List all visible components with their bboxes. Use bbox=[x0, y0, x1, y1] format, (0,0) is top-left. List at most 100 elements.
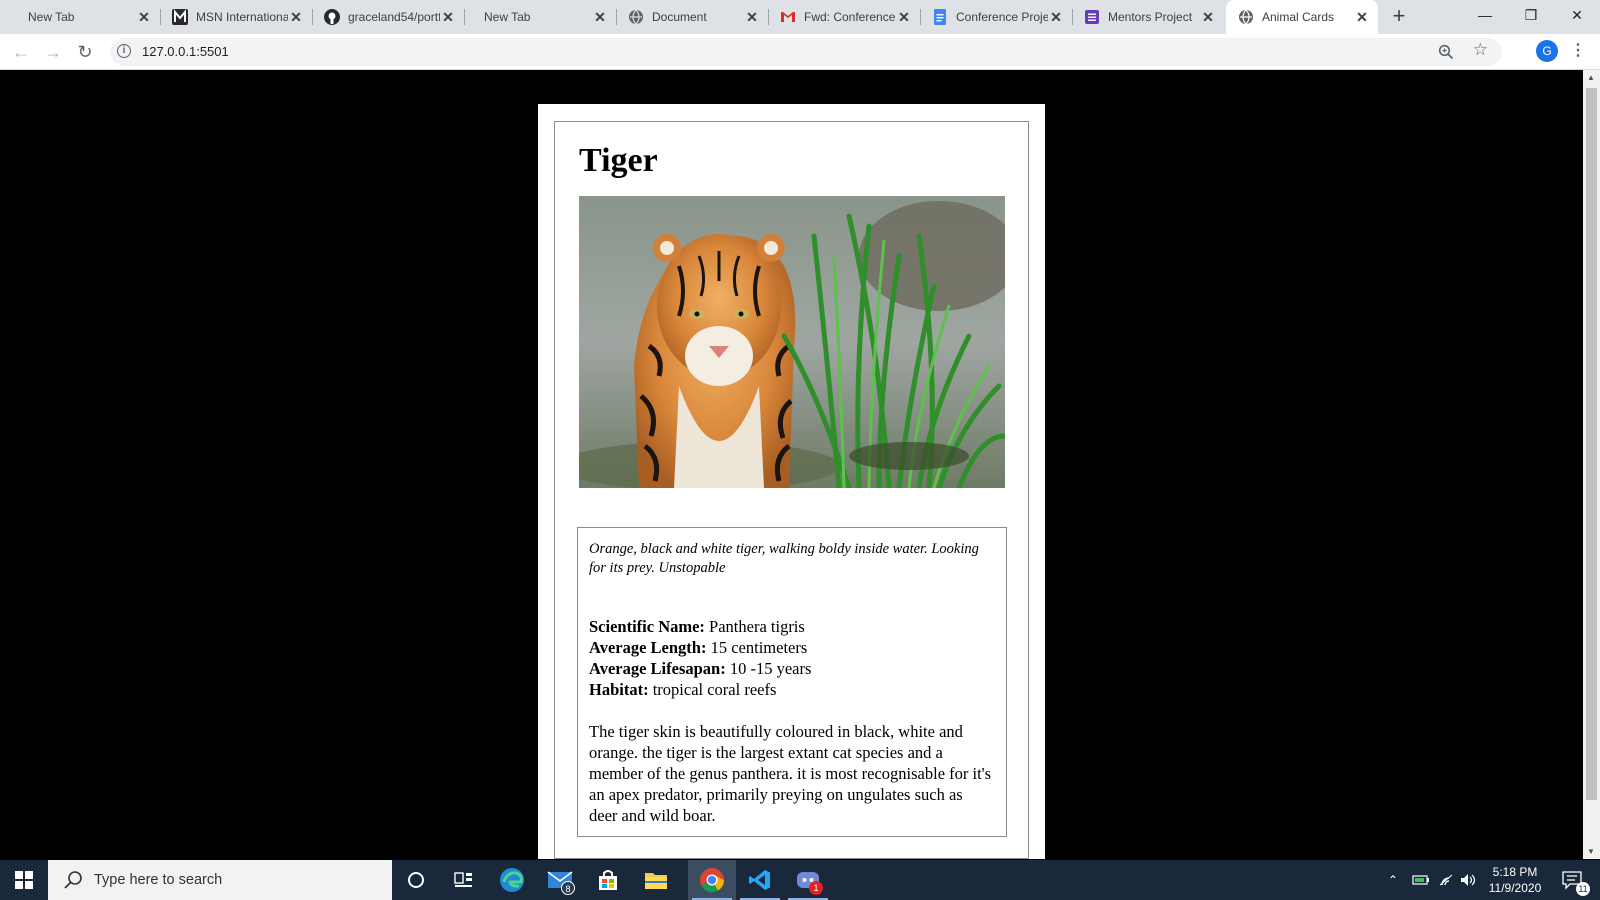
fact-label: Average Length: bbox=[589, 638, 707, 657]
volume-icon[interactable] bbox=[1460, 860, 1478, 900]
tab-title: New Tab bbox=[28, 10, 75, 24]
tab-title: Document bbox=[652, 10, 707, 24]
image-caption: Orange, black and white tiger, walking b… bbox=[589, 541, 979, 576]
fact-average-lifespan: Average Lifesapan: 10 -15 years bbox=[589, 658, 995, 679]
profile-avatar[interactable]: G bbox=[1536, 40, 1558, 62]
close-icon[interactable]: ✕ bbox=[1200, 9, 1216, 25]
fact-label: Habitat: bbox=[589, 680, 649, 699]
tab-msn[interactable]: MSN International ✕ bbox=[160, 0, 312, 34]
bookmark-star-icon[interactable]: ☆ bbox=[1473, 40, 1488, 60]
close-icon[interactable]: ✕ bbox=[136, 9, 152, 25]
vscode-icon[interactable] bbox=[736, 860, 784, 900]
page-scrollbar[interactable]: ▲ ▼ bbox=[1583, 70, 1600, 859]
reload-icon[interactable]: ↻ bbox=[73, 40, 97, 64]
tray-chevron-icon[interactable]: ⌃ bbox=[1388, 860, 1398, 900]
battery-icon[interactable] bbox=[1412, 860, 1430, 900]
search-placeholder: Type here to search bbox=[94, 872, 223, 888]
clock-time: 5:18 PM bbox=[1492, 865, 1538, 879]
tab-new-tab-1[interactable]: New Tab ✕ bbox=[8, 0, 160, 34]
animal-card: Tiger Orange, black and white tiger, wal… bbox=[538, 104, 1045, 859]
forms-icon bbox=[1084, 9, 1100, 25]
discord-badge: 1 bbox=[809, 881, 823, 895]
scrollbar-thumb[interactable] bbox=[1586, 88, 1597, 800]
msn-icon bbox=[172, 9, 188, 25]
tab-mentors-project[interactable]: Mentors Project ✕ bbox=[1072, 0, 1224, 34]
restore-button[interactable]: ❐ bbox=[1508, 0, 1554, 30]
animal-info-box: Orange, black and white tiger, walking b… bbox=[577, 527, 1007, 837]
notification-count: 11 bbox=[1576, 882, 1590, 896]
tab-conference-project[interactable]: Conference Project ✕ bbox=[920, 0, 1072, 34]
fact-value: tropical coral reefs bbox=[648, 680, 777, 699]
chrome-icon[interactable] bbox=[688, 860, 736, 900]
close-icon[interactable]: ✕ bbox=[1354, 9, 1370, 25]
facts-list: Scientific Name: Panthera tigris Average… bbox=[589, 616, 995, 700]
discord-icon[interactable]: 1 bbox=[784, 860, 832, 900]
file-explorer-icon[interactable] bbox=[632, 860, 680, 900]
fact-label: Average Lifesapan: bbox=[589, 659, 726, 678]
tab-title: Fwd: Conference bbox=[804, 10, 896, 24]
docs-icon bbox=[932, 9, 948, 25]
edge-browser-icon[interactable] bbox=[488, 860, 536, 900]
tab-title: MSN International bbox=[196, 10, 288, 24]
close-icon[interactable]: ✕ bbox=[592, 9, 608, 25]
gmail-icon bbox=[780, 9, 796, 25]
scroll-down-arrow-icon[interactable]: ▼ bbox=[1587, 847, 1595, 856]
fact-label: Scientific Name: bbox=[589, 617, 705, 636]
forward-arrow-icon[interactable]: → bbox=[41, 40, 65, 64]
fact-value: Panthera tigris bbox=[704, 617, 805, 636]
fact-value: 10 -15 years bbox=[725, 659, 812, 678]
tab-title: graceland54/portfolio bbox=[348, 10, 440, 24]
tab-strip: New Tab ✕ MSN International ✕ graceland5… bbox=[0, 0, 1600, 34]
address-bar[interactable]: i 127.0.0.1:5501 ☆ bbox=[110, 38, 1502, 66]
tiger-photo bbox=[579, 196, 1005, 488]
tab-new-tab-2[interactable]: New Tab ✕ bbox=[464, 0, 616, 34]
tab-document[interactable]: Document ✕ bbox=[616, 0, 768, 34]
url-text[interactable]: 127.0.0.1:5501 bbox=[142, 44, 229, 59]
zoom-icon[interactable] bbox=[1438, 41, 1454, 64]
close-icon[interactable]: ✕ bbox=[1048, 9, 1064, 25]
fact-value: 15 centimeters bbox=[706, 638, 808, 657]
animal-name: Tiger bbox=[579, 142, 658, 179]
tab-animal-cards[interactable]: Animal Cards ✕ bbox=[1226, 0, 1378, 34]
menu-kebab-icon[interactable]: ⋮ bbox=[1570, 40, 1586, 62]
github-icon bbox=[324, 9, 340, 25]
back-arrow-icon[interactable]: ← bbox=[9, 40, 33, 64]
windows-taskbar: Type here to search 8 1 ⌃ 5:18 PM 11/9/2… bbox=[0, 860, 1600, 900]
close-icon[interactable]: ✕ bbox=[744, 9, 760, 25]
windows-start-icon[interactable] bbox=[0, 860, 48, 900]
store-icon[interactable] bbox=[584, 860, 632, 900]
fact-scientific-name: Scientific Name: Panthera tigris bbox=[589, 616, 995, 637]
taskbar-search[interactable]: Type here to search bbox=[48, 860, 392, 900]
mail-icon[interactable]: 8 bbox=[536, 860, 584, 900]
tab-title: Mentors Project bbox=[1108, 10, 1193, 24]
globe-icon bbox=[628, 9, 644, 25]
site-info-icon[interactable]: i bbox=[117, 44, 131, 58]
globe-icon bbox=[1238, 9, 1254, 25]
fact-average-length: Average Length: 15 centimeters bbox=[589, 637, 995, 658]
animal-description: The tiger skin is beautifully coloured i… bbox=[589, 722, 992, 825]
tab-title: New Tab bbox=[484, 10, 531, 24]
notification-center-icon[interactable]: 11 bbox=[1552, 860, 1592, 900]
scroll-up-arrow-icon[interactable]: ▲ bbox=[1587, 73, 1595, 82]
system-clock[interactable]: 5:18 PM 11/9/2020 bbox=[1480, 864, 1550, 896]
close-icon[interactable]: ✕ bbox=[440, 9, 456, 25]
close-icon[interactable]: ✕ bbox=[288, 9, 304, 25]
animal-card-frame: Tiger Orange, black and white tiger, wal… bbox=[554, 121, 1029, 859]
browser-toolbar: ← → ↻ i 127.0.0.1:5501 ☆ G ⋮ bbox=[0, 34, 1600, 70]
cortana-icon[interactable] bbox=[392, 860, 440, 900]
minimize-button[interactable]: — bbox=[1462, 0, 1508, 30]
mail-badge: 8 bbox=[561, 881, 575, 895]
tab-title: Conference Project bbox=[956, 10, 1048, 24]
task-view-icon[interactable] bbox=[440, 860, 488, 900]
search-icon bbox=[62, 869, 84, 891]
tab-gmail[interactable]: Fwd: Conference ✕ bbox=[768, 0, 920, 34]
new-tab-button[interactable]: + bbox=[1387, 5, 1411, 29]
clock-date: 11/9/2020 bbox=[1488, 881, 1542, 895]
tab-github[interactable]: graceland54/portfolio ✕ bbox=[312, 0, 464, 34]
wifi-icon[interactable] bbox=[1438, 860, 1454, 900]
window-close-button[interactable]: ✕ bbox=[1554, 0, 1600, 30]
close-icon[interactable]: ✕ bbox=[896, 9, 912, 25]
page-viewport: Tiger Orange, black and white tiger, wal… bbox=[0, 70, 1583, 859]
fact-habitat: Habitat: tropical coral reefs bbox=[589, 679, 995, 700]
tab-title: Animal Cards bbox=[1262, 10, 1335, 24]
